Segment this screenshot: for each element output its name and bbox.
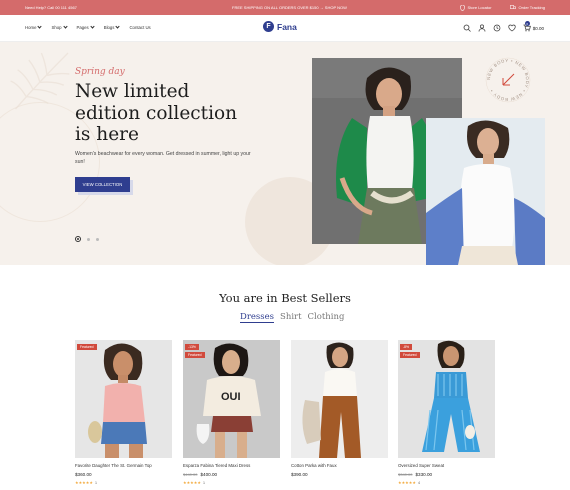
hero-title: New limited edition collection is here <box>75 81 238 145</box>
chevron-down-icon <box>62 24 68 29</box>
main-header: Home Shop Pages Blogs Contact Us F Fana … <box>0 15 570 42</box>
slider-dot[interactable] <box>87 237 90 241</box>
cart-total: $0.00 <box>532 25 544 31</box>
discount-badge: -8% <box>400 344 413 350</box>
nav-item-contact[interactable]: Contact Us <box>129 25 150 30</box>
product-name[interactable]: Favorite Daughter The St. Germain Top <box>75 463 172 468</box>
chevron-down-icon <box>115 24 121 29</box>
featured-badge: Featured <box>400 352 420 358</box>
rating-stars-icon: ★★★★★ <box>183 480 201 485</box>
product-photo <box>291 340 388 458</box>
slider-dot-active[interactable] <box>75 236 81 242</box>
product-current-price: $330.00 <box>415 472 433 477</box>
chevron-down-icon <box>37 24 43 29</box>
site-logo[interactable]: F Fana <box>263 21 297 32</box>
view-collection-button[interactable]: VIEW COLLECTION <box>75 177 130 192</box>
hero-kicker: Spring day <box>75 67 125 77</box>
product-card[interactable]: OUI -13% Featured Esparza Fabina Tiered … <box>183 340 280 485</box>
arrow-down-left-icon <box>502 73 515 86</box>
nav-item-label: Shop <box>51 25 62 30</box>
search-icon[interactable] <box>463 24 471 32</box>
product-rating: ★★★★★ 4 <box>398 480 495 485</box>
slider-dots <box>75 236 99 242</box>
hero-image-white-top <box>426 118 545 265</box>
product-name[interactable]: Esparza Fabina Tiered Maxi Dress <box>183 463 280 468</box>
palm-leaf-icon <box>10 52 70 110</box>
nav-item-shop[interactable]: Shop <box>51 24 68 30</box>
product-price: $360.00 <box>75 472 172 477</box>
user-icon[interactable] <box>478 24 486 32</box>
product-rating: ★★★★★ 1 <box>75 480 172 485</box>
nav-item-label: Home <box>25 25 37 30</box>
product-rating: ★★★★★ 1 <box>183 480 280 485</box>
product-current-price: $400.00 <box>200 472 218 477</box>
product-image[interactable] <box>291 340 388 458</box>
product-image[interactable]: OUI -13% Featured <box>183 340 280 458</box>
product-price: $390.00 <box>291 472 388 477</box>
product-old-price: $340.00 <box>398 472 413 477</box>
truck-icon <box>509 5 516 9</box>
bestsellers-tabs: Dresses Shirt Clothing <box>240 312 344 323</box>
chevron-down-icon <box>90 24 95 29</box>
discount-badge: -13% <box>185 344 199 350</box>
product-current-price: $390.00 <box>291 472 308 477</box>
product-old-price: $440.00 <box>183 472 198 477</box>
product-name[interactable]: Cotton Parka with Faux <box>291 463 388 468</box>
product-card[interactable]: Cotton Parka with Faux $390.00 <box>291 340 388 477</box>
product-card[interactable]: -8% Featured Oversized Super Sweat $340.… <box>398 340 495 485</box>
history-icon[interactable] <box>493 24 501 32</box>
review-count: 1 <box>202 480 205 485</box>
product-current-price: $360.00 <box>75 472 92 477</box>
topbar-links: Store Locator Order Tracking <box>459 4 545 11</box>
top-announcement-bar: Need Help? Call 00 111 4567 FREE SHIPPIN… <box>0 0 570 15</box>
bestsellers-title: You are in Best Sellers <box>219 291 351 305</box>
tab-shirt[interactable]: Shirt <box>280 312 302 323</box>
new-body-badge: NEW BODY • NEW BODY • NEW BODY • <box>485 57 531 103</box>
header-actions: 0 $0.00 <box>463 21 544 32</box>
featured-badge: Featured <box>77 344 97 350</box>
slider-dot[interactable] <box>96 237 99 241</box>
product-photo <box>75 340 172 458</box>
product-image[interactable]: -8% Featured <box>398 340 495 458</box>
store-locator-label: Store Locator <box>467 5 492 10</box>
rating-stars-icon: ★★★★★ <box>75 480 93 485</box>
location-pin-icon <box>459 4 465 11</box>
main-nav: Home Shop Pages Blogs Contact Us <box>25 24 151 30</box>
heart-icon[interactable] <box>508 24 516 32</box>
nav-item-home[interactable]: Home <box>25 24 43 30</box>
product-price: $340.00 $330.00 <box>398 472 495 477</box>
model-illustration <box>426 118 545 265</box>
tab-clothing[interactable]: Clothing <box>308 312 345 323</box>
featured-badge: Featured <box>185 352 205 358</box>
hero-subtitle: Women's beachwear for every woman. Get d… <box>75 151 251 165</box>
nav-item-label: Contact Us <box>129 25 151 30</box>
product-name[interactable]: Oversized Super Sweat <box>398 463 495 468</box>
product-image[interactable]: Featured <box>75 340 172 458</box>
product-price: $440.00 $400.00 <box>183 472 280 477</box>
nav-item-pages[interactable]: Pages <box>76 24 95 30</box>
promo-text[interactable]: FREE SHIPPING ON ALL ORDERS OVER $150 → … <box>232 5 347 10</box>
help-phone-text[interactable]: Need Help? Call 00 111 4567 <box>25 5 77 10</box>
cart-count-badge: 0 <box>524 21 530 26</box>
nav-item-label: Blogs <box>103 25 115 30</box>
review-count: 4 <box>417 480 420 485</box>
cart-button[interactable]: 0 $0.00 <box>523 21 544 32</box>
review-count: 1 <box>94 480 97 485</box>
tab-dresses[interactable]: Dresses <box>240 312 275 323</box>
product-card[interactable]: Featured Favorite Daughter The St. Germa… <box>75 340 172 485</box>
svg-text:OUI: OUI <box>221 391 241 403</box>
store-locator-link[interactable]: Store Locator <box>459 4 492 11</box>
order-tracking-label: Order Tracking <box>518 5 545 10</box>
rating-stars-icon: ★★★★★ <box>398 480 416 485</box>
hero-banner: Spring day New limited edition collectio… <box>0 42 570 265</box>
logo-text: Fana <box>277 21 297 32</box>
logo-mark: F <box>263 21 274 32</box>
nav-item-label: Pages <box>76 25 89 30</box>
order-tracking-link[interactable]: Order Tracking <box>509 5 545 10</box>
nav-item-blogs[interactable]: Blogs <box>103 24 121 30</box>
